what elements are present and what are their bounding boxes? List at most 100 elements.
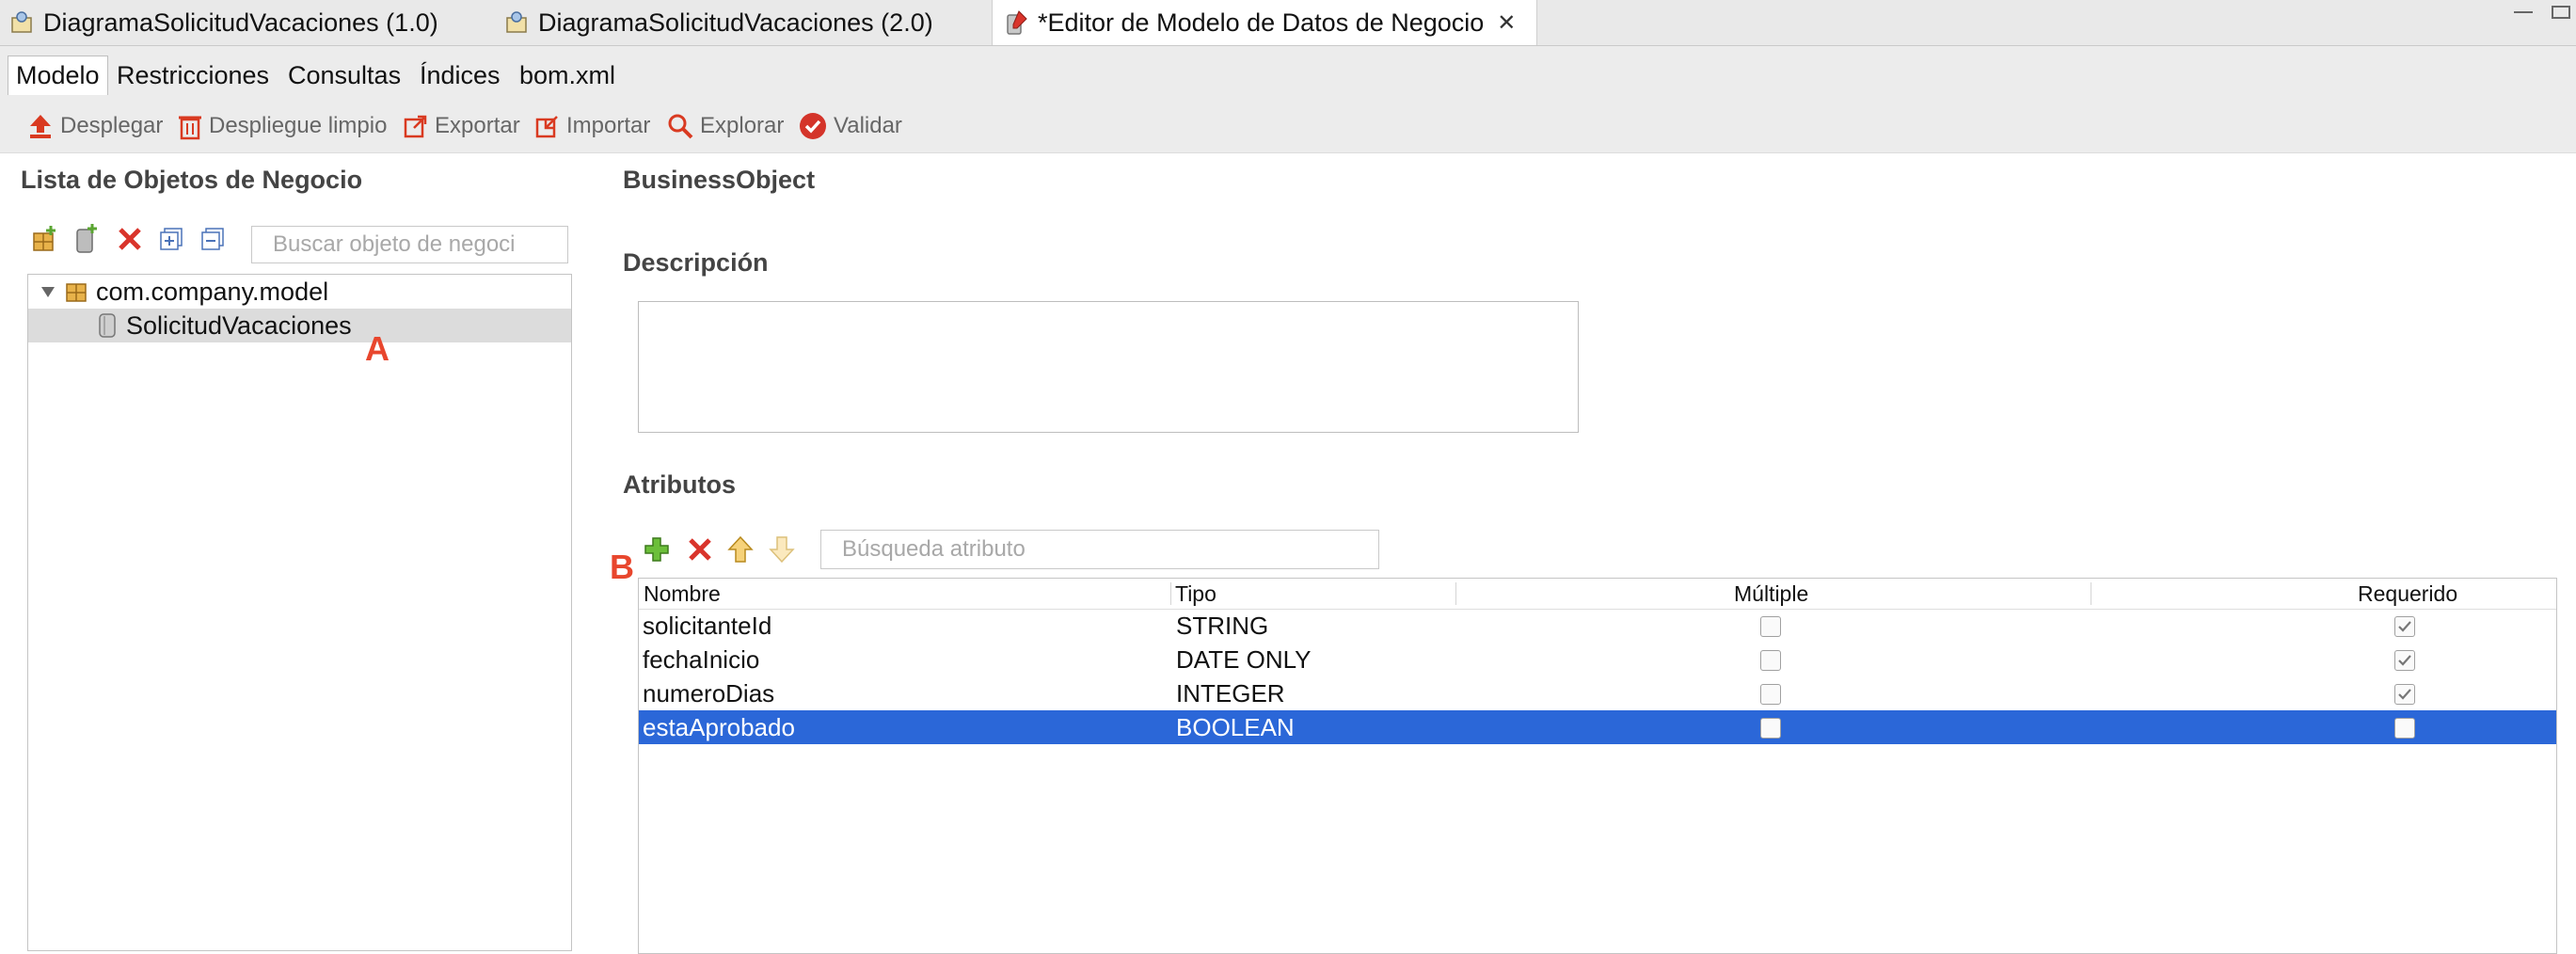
- tree-item-business-object[interactable]: SolicitudVacaciones: [28, 309, 571, 342]
- bdm-toolbar: Desplegar Despliegue limpio Exportar Imp…: [0, 98, 2576, 153]
- attribute-type-cell[interactable]: INTEGER: [1176, 676, 1285, 710]
- validate-label: Validar: [834, 113, 902, 138]
- multiple-checkbox[interactable]: [1760, 718, 1781, 739]
- delete-object-button[interactable]: [117, 226, 143, 252]
- table-row[interactable]: solicitanteId STRING: [639, 609, 2556, 643]
- export-icon: [404, 115, 427, 138]
- attribute-name-cell[interactable]: solicitanteId: [643, 609, 771, 643]
- add-package-icon: [33, 226, 56, 251]
- attribute-type-cell[interactable]: STRING: [1176, 609, 1268, 643]
- expand-all-button[interactable]: [158, 226, 184, 252]
- deploy-label: Desplegar: [60, 113, 164, 138]
- business-object-name: SolicitudVacaciones: [126, 310, 352, 340]
- editor-tab-diagram-2[interactable]: DiagramaSolicitudVacaciones (2.0): [504, 0, 933, 45]
- attributes-table[interactable]: Nombre Tipo Múltiple Requerido solicitan…: [638, 578, 2557, 954]
- attribute-type-cell[interactable]: DATE ONLY: [1176, 643, 1312, 676]
- package-icon: [66, 283, 87, 302]
- business-object-search-input[interactable]: Buscar objeto de negoci: [251, 226, 568, 263]
- tab-consultas[interactable]: Consultas: [288, 56, 401, 95]
- tab-restricciones[interactable]: Restricciones: [117, 56, 269, 95]
- clean-deploy-button[interactable]: Despliegue limpio: [177, 109, 387, 143]
- expand-arrow-icon[interactable]: [40, 283, 56, 300]
- editor-tab-label: DiagramaSolicitudVacaciones (1.0): [43, 8, 438, 37]
- collapse-all-button[interactable]: [199, 226, 226, 252]
- package-name: com.company.model: [96, 277, 329, 306]
- editor-tab-bar: DiagramaSolicitudVacaciones (1.0) Diagra…: [0, 0, 2576, 46]
- diagram-icon: [506, 11, 527, 33]
- editor-tab-label: *Editor de Modelo de Datos de Negocio: [1038, 8, 1485, 37]
- multiple-checkbox[interactable]: [1760, 650, 1781, 671]
- validate-button[interactable]: Validar: [798, 109, 902, 143]
- import-button[interactable]: Importar: [534, 109, 650, 143]
- table-row[interactable]: estaAprobado BOOLEAN: [639, 710, 2556, 744]
- required-checkbox[interactable]: [2394, 718, 2415, 739]
- validate-check-icon: [800, 113, 826, 139]
- minimize-icon[interactable]: [2514, 11, 2533, 15]
- attribute-name-cell[interactable]: estaAprobado: [643, 710, 795, 744]
- deploy-icon: [30, 115, 51, 138]
- checkmark-icon: [2398, 621, 2411, 632]
- add-icon: [644, 537, 669, 562]
- table-row[interactable]: fechaInicio DATE ONLY: [639, 643, 2556, 676]
- column-divider[interactable]: [1170, 582, 1171, 605]
- editor-tab-bdm-editor[interactable]: *Editor de Modelo de Datos de Negocio ✕: [992, 0, 1537, 45]
- table-row[interactable]: numeroDias INTEGER: [639, 676, 2556, 710]
- object-title: BusinessObject: [623, 166, 816, 194]
- move-down-button[interactable]: [769, 535, 795, 564]
- search-placeholder: Buscar objeto de negoci: [273, 231, 516, 257]
- business-object-tree[interactable]: com.company.model SolicitudVacaciones: [27, 274, 572, 951]
- arrow-up-icon: [727, 535, 754, 563]
- column-divider[interactable]: [1455, 582, 1456, 605]
- clean-deploy-label: Despliegue limpio: [209, 113, 388, 138]
- description-label: Descripción: [623, 248, 769, 277]
- attribute-name-cell[interactable]: numeroDias: [643, 676, 774, 710]
- deploy-button[interactable]: Desplegar: [26, 109, 163, 143]
- maximize-icon[interactable]: [2552, 6, 2570, 19]
- tab-indices[interactable]: Índices: [420, 56, 501, 95]
- export-button[interactable]: Exportar: [403, 109, 520, 143]
- tab-label: Índices: [420, 60, 501, 89]
- import-icon: [535, 116, 558, 138]
- expand-all-icon: [160, 228, 183, 250]
- description-textarea[interactable]: [638, 301, 1579, 433]
- required-checkbox[interactable]: [2394, 616, 2415, 637]
- tab-bom-xml[interactable]: bom.xml: [519, 56, 615, 95]
- column-header-name[interactable]: Nombre: [644, 579, 721, 609]
- business-object-list-title: Lista de Objetos de Negocio: [21, 166, 363, 194]
- tab-label: Consultas: [288, 60, 402, 89]
- attribute-name-cell[interactable]: fechaInicio: [643, 643, 759, 676]
- bdm-editor-icon: [1007, 10, 1027, 35]
- diagram-icon: [11, 11, 32, 33]
- editor-page-tabs: Modelo Restricciones Consultas Índices b…: [0, 46, 2576, 98]
- editor-tab-diagram-1[interactable]: DiagramaSolicitudVacaciones (1.0): [9, 0, 438, 45]
- attribute-search-input[interactable]: Búsqueda atributo: [820, 530, 1379, 569]
- column-header-required[interactable]: Requerido: [2358, 579, 2457, 609]
- tab-label: Restricciones: [117, 60, 270, 89]
- required-checkbox[interactable]: [2394, 684, 2415, 705]
- delete-attribute-button[interactable]: [687, 536, 713, 563]
- add-attribute-button[interactable]: [643, 535, 671, 564]
- add-package-button[interactable]: [30, 224, 60, 254]
- tab-modelo[interactable]: Modelo: [8, 56, 108, 95]
- annotation-marker-a: A: [365, 329, 390, 368]
- tab-label: Modelo: [16, 61, 100, 89]
- multiple-checkbox[interactable]: [1760, 616, 1781, 637]
- trash-icon: [179, 116, 201, 140]
- attribute-search-placeholder: Búsqueda atributo: [842, 536, 1026, 562]
- attributes-label: Atributos: [623, 470, 736, 499]
- explore-button[interactable]: Explorar: [666, 109, 784, 143]
- checkmark-icon: [2398, 689, 2411, 700]
- move-up-button[interactable]: [727, 535, 754, 564]
- multiple-checkbox[interactable]: [1760, 684, 1781, 705]
- business-object-icon: [99, 313, 116, 338]
- close-tab-icon[interactable]: ✕: [1497, 9, 1516, 37]
- delete-icon: [119, 228, 141, 250]
- attribute-type-cell[interactable]: BOOLEAN: [1176, 710, 1295, 744]
- tab-label: bom.xml: [519, 60, 616, 89]
- export-label: Exportar: [435, 113, 520, 138]
- required-checkbox[interactable]: [2394, 650, 2415, 671]
- add-object-button[interactable]: [72, 222, 102, 254]
- column-header-type[interactable]: Tipo: [1175, 579, 1216, 609]
- column-header-multiple[interactable]: Múltiple: [1734, 579, 1808, 609]
- tree-item-package[interactable]: com.company.model: [28, 275, 571, 309]
